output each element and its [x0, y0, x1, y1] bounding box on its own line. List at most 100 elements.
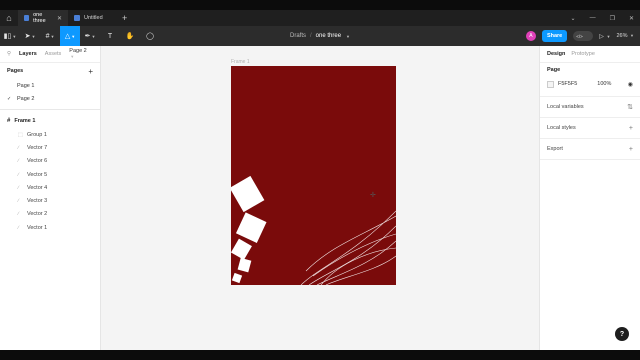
page-color-hex[interactable]: F5F5F5: [558, 81, 577, 87]
local-variables-label: Local variables: [547, 104, 584, 110]
layer-item[interactable]: ∕ Vector 3: [0, 194, 100, 207]
page-selector[interactable]: Page 2 ▼: [69, 48, 92, 60]
minimize-icon[interactable]: —: [590, 15, 596, 21]
right-panel: Design Prototype Page F5F5F5 100% ◉ Loca…: [539, 46, 640, 350]
page-color-row[interactable]: F5F5F5 100% ◉: [547, 77, 633, 91]
frame-1[interactable]: [231, 66, 396, 285]
layer-label: Vector 3: [27, 198, 48, 205]
close-tab-icon[interactable]: ✕: [57, 15, 62, 22]
page-color-opacity[interactable]: 100%: [597, 81, 611, 87]
comment-tool-icon[interactable]: ◯: [140, 26, 160, 46]
layer-label: Vector 4: [27, 184, 48, 191]
tab-label: Untitled: [84, 15, 103, 21]
layer-item[interactable]: ⬚ Group 1: [0, 128, 100, 141]
local-styles-section: Local styles +: [540, 118, 640, 139]
present-icon[interactable]: ▷ ▼: [599, 33, 610, 40]
tab-design[interactable]: Design: [547, 51, 565, 57]
layer-item[interactable]: ∕ Vector 1: [0, 221, 100, 234]
dev-mode-toggle[interactable]: </>: [573, 31, 594, 41]
layer-item[interactable]: ∕ Vector 5: [0, 168, 100, 181]
page-item-2[interactable]: ✓ Page 2: [0, 92, 100, 105]
square-shape[interactable]: [231, 272, 243, 284]
shape-tool-icon[interactable]: △ ▼: [60, 26, 80, 46]
layer-item[interactable]: ∕ Vector 6: [0, 155, 100, 168]
tab-untitled[interactable]: Untitled: [68, 10, 116, 26]
pages-heading: Pages: [7, 68, 24, 74]
new-tab-icon[interactable]: +: [116, 13, 133, 23]
layer-label: Vector 6: [27, 158, 48, 165]
breadcrumb-separator: /: [310, 33, 312, 39]
page-label: Page 1: [17, 82, 35, 89]
figma-file-icon: [24, 15, 30, 21]
pen-tool-icon[interactable]: ✒ ▼: [80, 26, 100, 46]
breadcrumb-drafts[interactable]: Drafts: [290, 33, 306, 39]
group-icon: ⬚: [18, 131, 23, 138]
square-shape[interactable]: [235, 212, 267, 243]
home-icon[interactable]: ⌂: [0, 10, 18, 26]
tab-assets[interactable]: Assets: [45, 51, 62, 57]
file-name[interactable]: one three: [316, 33, 341, 39]
canvas[interactable]: Frame 1 ✛: [101, 46, 539, 350]
layer-item[interactable]: ∕ Vector 7: [0, 141, 100, 154]
layer-label: Vector 7: [27, 144, 48, 151]
help-button[interactable]: ?: [615, 327, 629, 341]
local-styles-row[interactable]: Local styles +: [547, 118, 633, 138]
layer-frame-1[interactable]: # Frame 1: [0, 114, 100, 128]
vector-line[interactable]: [300, 210, 396, 285]
vector-icon: ∕: [18, 144, 19, 151]
zoom-level[interactable]: 26% ▼: [616, 33, 634, 39]
square-shape[interactable]: [231, 238, 252, 260]
add-style-icon[interactable]: +: [629, 125, 633, 132]
layer-item[interactable]: ∕ Vector 2: [0, 208, 100, 221]
frame-icon: #: [7, 118, 11, 124]
left-panel-tabs: ⚲ Layers Assets Page 2 ▼: [0, 46, 100, 63]
vector-line[interactable]: [308, 225, 396, 285]
tab-prototype[interactable]: Prototype: [571, 51, 595, 57]
frame-label[interactable]: Frame 1: [231, 59, 250, 65]
title-bar: ⌂ one three ✕ Untitled + ⌄ — ❐ ✕: [0, 10, 640, 26]
figma-app: ⌂ one three ✕ Untitled + ⌄ — ❐ ✕ Drafts …: [0, 0, 640, 360]
vector-icon: ∕: [18, 158, 19, 165]
frame-tool-icon[interactable]: # ▼: [40, 26, 60, 46]
search-icon[interactable]: ⚲: [7, 51, 11, 57]
local-styles-label: Local styles: [547, 125, 576, 131]
restore-icon[interactable]: ❐: [610, 15, 615, 22]
frame-artwork: [231, 175, 396, 285]
move-tool-icon[interactable]: ➤ ▼: [20, 26, 40, 46]
tab-label: one three: [33, 12, 46, 24]
avatar[interactable]: A: [525, 31, 536, 41]
export-row[interactable]: Export +: [547, 139, 633, 159]
hand-tool-icon[interactable]: ✋: [120, 26, 140, 46]
text-tool-icon[interactable]: T: [100, 26, 120, 46]
main-menu-icon[interactable]: ▮▯ ▼: [0, 26, 20, 46]
color-swatch[interactable]: [547, 80, 554, 88]
share-button[interactable]: Share: [541, 30, 568, 42]
zoom-value: 26%: [616, 33, 628, 39]
add-page-icon[interactable]: +: [88, 67, 93, 76]
layer-item[interactable]: ∕ Vector 4: [0, 181, 100, 194]
chevron-down-icon[interactable]: ▼: [346, 34, 350, 39]
square-shape[interactable]: [237, 257, 252, 273]
adjust-icon[interactable]: ⇅: [627, 103, 633, 111]
crosshair-cursor-icon: ✛: [370, 192, 376, 199]
pages-header: Pages +: [0, 63, 100, 79]
chevron-down-icon[interactable]: ⌄: [571, 15, 576, 22]
left-panel: ⚲ Layers Assets Page 2 ▼ Pages + Page 1 …: [0, 46, 101, 350]
local-variables-row[interactable]: Local variables ⇅: [547, 97, 633, 117]
square-shape[interactable]: [231, 175, 265, 213]
tab-one-three[interactable]: one three ✕: [18, 10, 68, 26]
layer-label: Vector 1: [27, 224, 48, 231]
add-export-icon[interactable]: +: [629, 146, 633, 153]
layer-label: Vector 5: [27, 171, 48, 178]
page-item-1[interactable]: Page 1: [0, 79, 100, 92]
window-controls: ⌄ — ❐ ✕: [571, 10, 634, 26]
layer-label: Group 1: [27, 131, 47, 138]
vector-icon: ∕: [18, 211, 19, 218]
right-panel-tabs: Design Prototype: [540, 46, 640, 63]
tab-layers[interactable]: Layers: [19, 51, 37, 57]
eye-icon[interactable]: ◉: [628, 81, 633, 88]
close-window-icon[interactable]: ✕: [629, 15, 634, 22]
wave-lines: [300, 210, 396, 285]
export-section: Export +: [540, 139, 640, 160]
local-variables-section: Local variables ⇅: [540, 97, 640, 118]
